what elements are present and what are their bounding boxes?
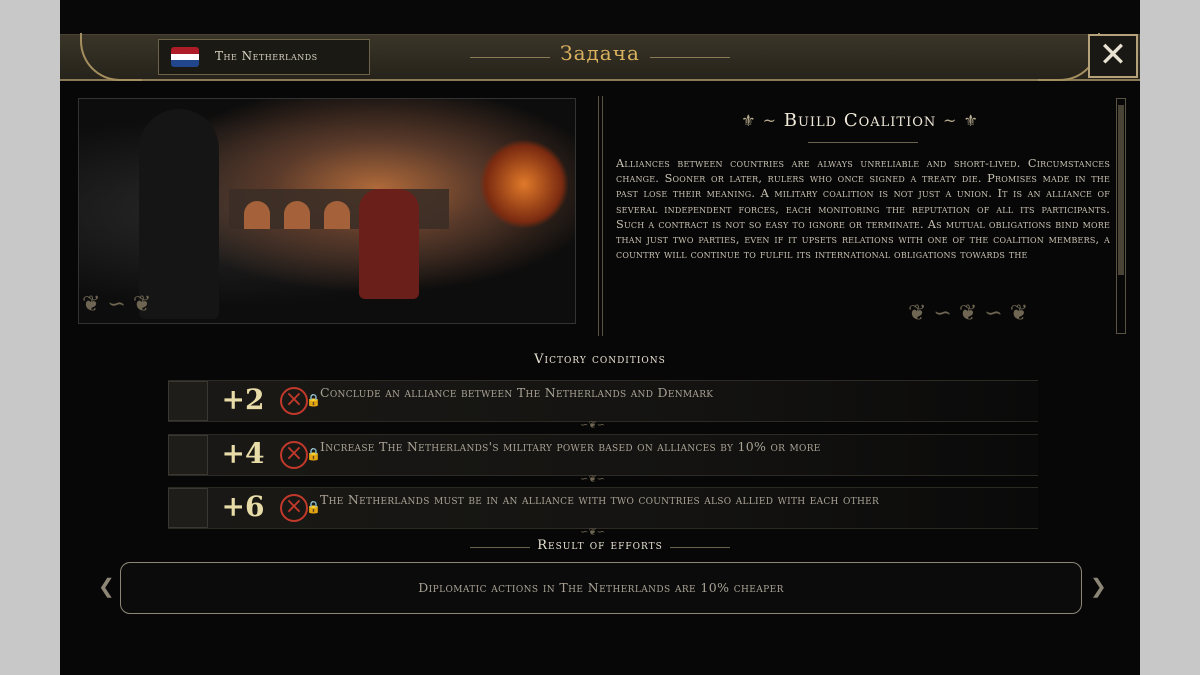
top-strip [60,0,1140,34]
window-title: Задача [560,41,640,65]
condition-row: +6 × 🔒 The Netherlands must be in an all… [168,487,1038,529]
result-text: Diplomatic actions in The Netherlands ar… [418,580,784,595]
condition-text: Conclude an alliance between The Netherl… [320,385,714,400]
window-header: The Netherlands Задача [60,33,1140,81]
result-title: Result of efforts [537,538,663,553]
mission-window: The Netherlands Задача ✕ ⚜ ~ Build Coali… [60,0,1140,675]
condition-row: +4 × 🔒 Increase The Netherlands's milita… [168,434,1038,476]
result-line-right [670,547,730,548]
country-name: The Netherlands [215,49,318,63]
condition-points: +4 [221,437,265,470]
title-ornament-right-icon: ~ ⚜ [943,111,979,130]
condition-points: +2 [221,383,265,416]
row-ornament-icon: ∽❦∽ [580,474,606,485]
row-ornament-icon: ∽❦∽ [580,527,606,538]
condition-row: +2 × 🔒 Conclude an alliance between The … [168,380,1038,422]
result-bracket-right-icon: ❯ [1090,574,1107,598]
result-box: Diplomatic actions in The Netherlands ar… [120,562,1082,614]
panel-divider [598,96,603,336]
row-ornament-icon: ∽❦∽ [580,420,606,431]
failed-x-icon: × [280,494,308,522]
scrollbar-thumb[interactable] [1118,105,1124,275]
lock-icon: 🔒 [306,500,321,514]
title-ornament-left-icon: ⚜ ~ [741,111,777,130]
description-panel: ⚜ ~ Build Coalition ~ ⚜ Alliances betwee… [608,96,1112,336]
condition-checkbox [168,488,208,528]
mission-title-row: ⚜ ~ Build Coalition ~ ⚜ [608,110,1112,131]
condition-checkbox [168,381,208,421]
mission-illustration [78,98,576,324]
condition-points: +6 [221,490,265,523]
condition-checkbox [168,435,208,475]
picture-ornament-icon: ❦ ∽ ❦ [82,292,152,317]
corner-ornament-icon: ❦ ∽ ❦ ∽ ❦ [908,301,1029,326]
mission-title: Build Coalition [783,110,937,131]
title-line-left [470,57,550,58]
country-tag: The Netherlands [158,39,370,75]
result-bracket-left-icon: ❮ [98,574,115,598]
lock-icon: 🔒 [306,393,321,407]
mission-description[interactable]: Alliances between countries are always u… [616,156,1110,284]
condition-text: Increase The Netherlands's military powe… [320,439,821,454]
condition-text: The Netherlands must be in an alliance w… [320,492,880,507]
description-scrollbar[interactable] [1116,98,1126,334]
title-line-right [650,57,730,58]
header-flourish-left [80,33,142,81]
lock-icon: 🔒 [306,447,321,461]
close-button[interactable]: ✕ [1088,34,1138,78]
right-letterbox [1140,0,1200,675]
title-underline [808,142,918,143]
victory-conditions-title: Victory conditions [534,352,666,367]
left-letterbox [0,0,60,675]
netherlands-flag-icon [171,47,199,67]
failed-x-icon: × [280,441,308,469]
failed-x-icon: × [280,387,308,415]
